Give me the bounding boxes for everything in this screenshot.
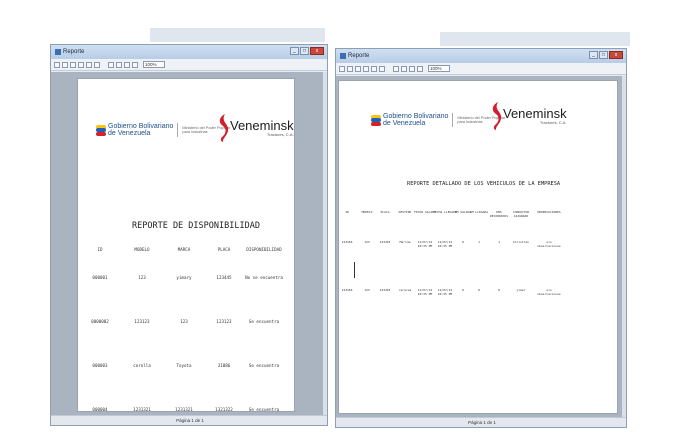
gobierno-line2: de Venezuela (383, 120, 426, 128)
print-icon[interactable] (347, 65, 353, 72)
next-page-icon[interactable] (371, 65, 377, 72)
table-cell: No se encuentra (245, 275, 283, 280)
single-page-icon[interactable] (108, 61, 114, 68)
last-page-icon[interactable] (379, 65, 385, 72)
app-icon (340, 53, 346, 59)
minimize-icon[interactable]: _ (290, 47, 299, 55)
column-header: KMS RECORRIDOS (489, 210, 509, 218)
close-icon[interactable]: x (310, 47, 324, 55)
table-cell: 123 (138, 275, 146, 280)
zoom-select[interactable]: 100% (428, 65, 450, 72)
next-page-icon[interactable] (86, 61, 92, 68)
veneminsk-swoosh-icon (219, 114, 229, 142)
left-title-bar[interactable]: Reporte _ □ x (51, 45, 327, 59)
multi-page-icon[interactable] (116, 61, 122, 68)
maximize-icon[interactable]: □ (300, 47, 309, 55)
table-cell: Se encuentra (248, 319, 280, 324)
app-icon (55, 49, 61, 55)
background-app-strip-right (440, 32, 630, 46)
zoom-in-icon[interactable] (124, 61, 130, 68)
gobierno-logo: Gobierno Bolivariano de Venezuela Minist… (96, 123, 230, 138)
veneminsk-logo: Veneminsk Tractores, C.A. (489, 101, 567, 131)
gobierno-logo: Gobierno Bolivariano de Venezuela Minist… (371, 113, 505, 128)
right-vertical-scrollbar[interactable] (622, 76, 626, 417)
last-page-icon[interactable] (94, 61, 100, 68)
background-app-strip-left (150, 28, 325, 42)
maximize-icon[interactable]: □ (599, 51, 608, 59)
print-icon[interactable] (62, 61, 68, 68)
left-document-viewer: Gobierno Bolivariano de Venezuela Minist… (51, 72, 327, 415)
table-cell: 000004 (92, 407, 108, 412)
zoom-select[interactable]: 100% (143, 61, 165, 68)
table-cell: Se encuentra (248, 363, 280, 368)
left-report-window: Reporte _ □ x 100% Gobierno Bolivariano (50, 44, 328, 426)
table-cell: corolla (133, 363, 151, 368)
right-title-bar[interactable]: Reporte _ □ x (336, 49, 626, 63)
gobierno-line2: de Venezuela (108, 130, 151, 138)
table-cell: 1231321 (133, 407, 151, 412)
text-cursor (354, 262, 355, 278)
single-page-icon[interactable] (393, 65, 399, 72)
table-cell: 0000002 (91, 319, 109, 324)
column-header: DISPONIBILIDAD (246, 247, 282, 252)
left-report-page: Gobierno Bolivariano de Venezuela Minist… (77, 78, 295, 412)
left-vertical-scrollbar[interactable] (323, 72, 327, 415)
left-toolbar: 100% (51, 59, 327, 71)
zoom-out-icon[interactable] (132, 61, 138, 68)
column-header: MODELO (134, 247, 150, 252)
company-name: Veneminsk (230, 118, 294, 133)
report-title: REPORTE DETALLADO DE LOS VEHICULOS DE LA… (407, 181, 561, 187)
prev-page-icon[interactable] (78, 61, 84, 68)
table-cell: Christian (512, 240, 530, 244)
veneminsk-logo: Veneminsk Tractores, C.A. (216, 113, 294, 143)
minimize-icon[interactable]: _ (589, 51, 598, 59)
left-status-bar: Página 1 de 1 (51, 415, 327, 425)
right-status-bar: Página 1 de 1 (336, 417, 626, 427)
multi-page-icon[interactable] (401, 65, 407, 72)
table-cell: 000001 (92, 275, 108, 280)
zoom-in-icon[interactable] (409, 65, 415, 72)
right-report-page: Gobierno Bolivariano de Venezuela Minist… (338, 80, 618, 414)
first-page-icon[interactable] (355, 65, 361, 72)
venezuela-flag-icon (96, 124, 106, 136)
left-window-title: Reporte (63, 49, 85, 55)
right-report-window: Reporte _ □ x 100% Gobierno Bolivariano (335, 48, 627, 428)
save-icon[interactable] (339, 65, 345, 72)
right-toolbar: 100% (336, 63, 626, 75)
table-cell: sin observaciones (537, 240, 561, 248)
right-window-title: Reporte (348, 53, 370, 59)
veneminsk-swoosh-icon (492, 102, 502, 130)
gobierno-line1: Gobierno Bolivariano (108, 123, 174, 130)
table-cell: sin observaciones (537, 288, 561, 296)
report-title: REPORTE DE DISPONIBILIDAD (132, 221, 260, 231)
prev-page-icon[interactable] (363, 65, 369, 72)
column-header: ID (97, 247, 103, 252)
company-name: Veneminsk (503, 106, 567, 121)
column-header: OBSERVACIONES (537, 210, 561, 214)
gobierno-line1: Gobierno Bolivariano (383, 113, 449, 120)
right-document-viewer: Gobierno Bolivariano de Venezuela Minist… (336, 76, 626, 417)
table-cell: 000003 (92, 363, 108, 368)
table-cell: Se encuentra (248, 407, 280, 412)
close-icon[interactable]: x (609, 51, 623, 59)
venezuela-flag-icon (371, 114, 381, 126)
table-cell: 0 (498, 288, 500, 292)
first-page-icon[interactable] (70, 61, 76, 68)
zoom-out-icon[interactable] (417, 65, 423, 72)
save-icon[interactable] (54, 61, 60, 68)
table-cell: 123123 (134, 319, 150, 324)
table-cell: yimer (516, 288, 526, 292)
table-cell: 1 (498, 240, 500, 244)
column-header: CONDUCTOR ASIGNADO (512, 210, 530, 218)
